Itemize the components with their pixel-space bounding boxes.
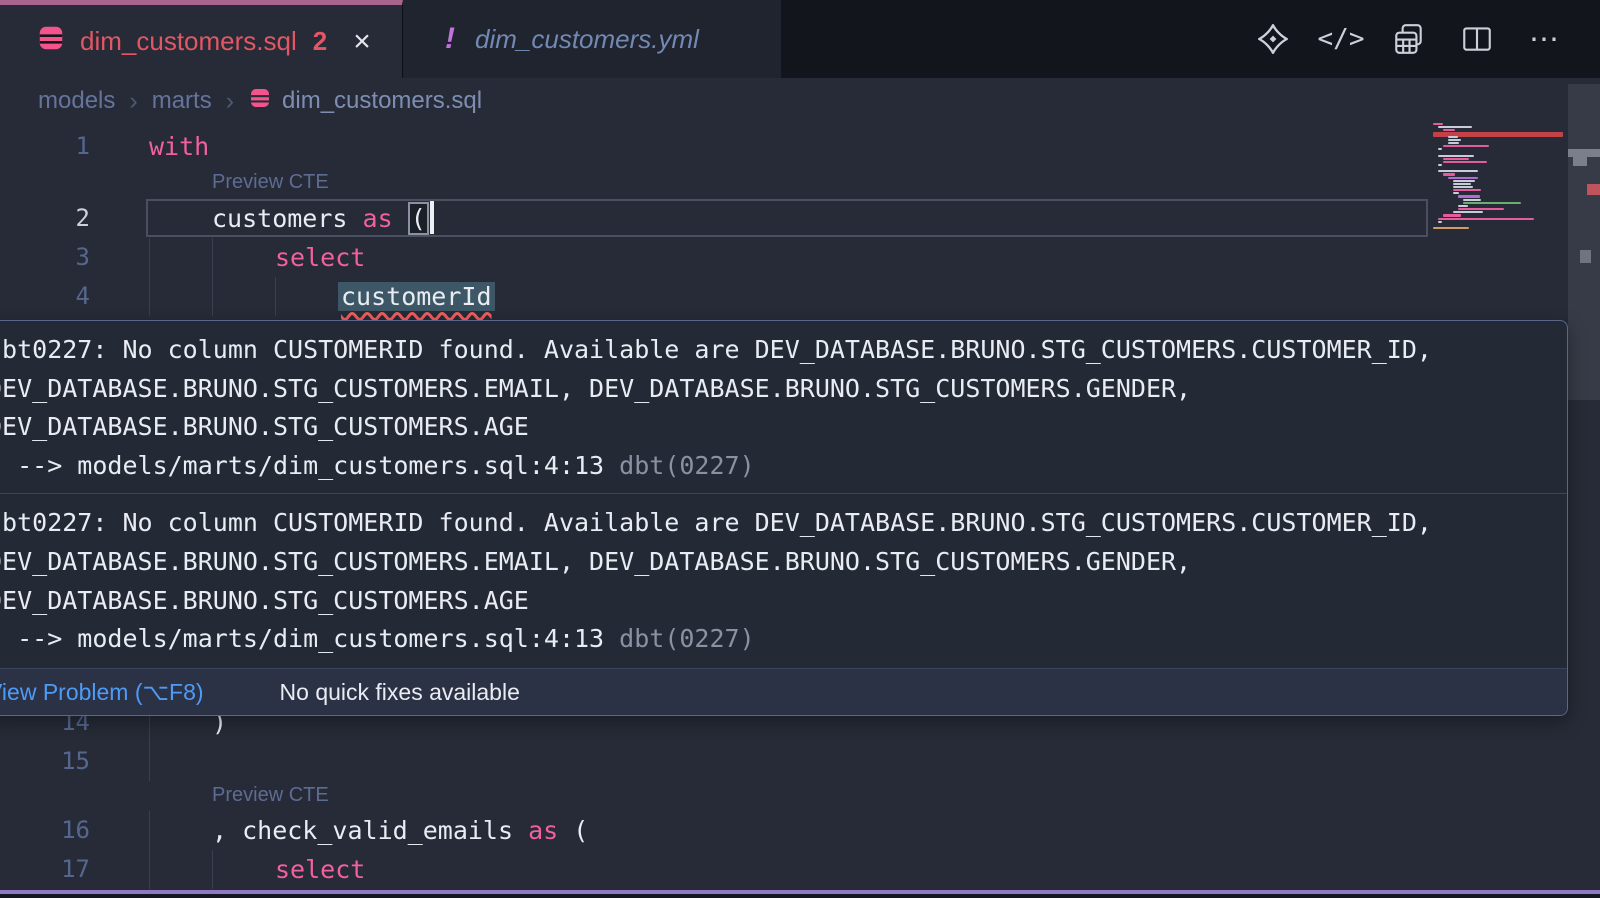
scrollbar[interactable] [1566, 78, 1600, 898]
split-editor-icon[interactable] [1460, 22, 1494, 56]
editor-actions: </> ⋯ [1256, 0, 1562, 78]
diagnostics-messages: dbt0227: No column CUSTOMERID found. Ava… [0, 321, 1567, 667]
indent-guide [149, 277, 150, 316]
minimap-line [1448, 139, 1461, 141]
database-icon [36, 23, 66, 60]
minimap-line [1458, 208, 1504, 210]
error-mark-icon: ! [445, 22, 455, 56]
line-number: 4 [0, 277, 90, 316]
diagnostic-message: dbt0227: No column CUSTOMERID found. Ava… [0, 494, 1567, 666]
minimap-line [1438, 170, 1478, 172]
minimap[interactable] [1433, 123, 1565, 243]
tab-label: dim_customers.sql [80, 26, 297, 57]
dbt-logo-icon[interactable] [1256, 22, 1290, 56]
minimap-line [1448, 142, 1459, 144]
no-quick-fixes-label: No quick fixes available [280, 679, 520, 706]
indent-guide [149, 742, 150, 781]
hover-status-bar: View Problem (⌥F8) No quick fixes availa… [0, 668, 1567, 715]
view-problem-link[interactable]: View Problem (⌥F8) [0, 679, 204, 706]
ruler-mark-gray [1568, 149, 1600, 157]
editor-window: dim_customers.sql 2 × ! dim_customers.ym… [0, 0, 1600, 898]
breadcrumb-marts[interactable]: marts [152, 87, 212, 115]
tab-badge: 2 [313, 26, 327, 57]
minimap-line [1463, 202, 1521, 204]
codelens-preview-cte[interactable]: Preview CTE [212, 168, 329, 196]
indent-guide [149, 850, 150, 889]
chevron-right-icon: › [129, 87, 137, 116]
line-number: 1 [0, 127, 90, 166]
tab-bar: dim_customers.sql 2 × ! dim_customers.ym… [0, 0, 1600, 78]
below-sash-strip [0, 894, 1600, 898]
indent-guide [212, 277, 213, 316]
line-number: 2 [0, 199, 90, 238]
breadcrumb-file[interactable]: dim_customers.sql [248, 86, 482, 117]
minimap-line [1443, 214, 1461, 216]
ruler-mark-gray [1580, 250, 1591, 263]
ruler-mark-gray [1573, 157, 1587, 166]
chevron-right-icon: › [226, 87, 234, 116]
code-line-17: 17select [0, 850, 1566, 889]
ruler-mark-error [1587, 184, 1600, 195]
minimap-line [1448, 136, 1458, 138]
minimap-line [1438, 126, 1472, 128]
minimap-line [1453, 192, 1459, 194]
minimap-line [1443, 161, 1487, 163]
indent-guide [212, 850, 213, 889]
diagnostics-hover-panel: dbt0227: No column CUSTOMERID found. Ava… [0, 320, 1568, 716]
diagnostic-message: dbt0227: No column CUSTOMERID found. Ava… [0, 321, 1567, 493]
minimap-line [1438, 164, 1442, 166]
indent-guide [212, 238, 213, 277]
minimap-line [1448, 177, 1478, 179]
minimap-line [1438, 155, 1474, 157]
minimap-line [1463, 199, 1481, 201]
code-line-16: 16, check_valid_emails as ( [0, 811, 1566, 850]
minimap-line [1443, 129, 1455, 131]
minimap-line [1433, 227, 1469, 229]
tab-label: dim_customers.yml [475, 24, 699, 55]
line-number: 15 [0, 742, 90, 781]
minimap-line [1443, 158, 1469, 160]
close-icon[interactable]: × [353, 27, 371, 57]
code-line-2: 2customers as ( [0, 199, 1566, 238]
minimap-line [1438, 148, 1442, 150]
code-line-15: 15 [0, 742, 1566, 781]
indent-guide [149, 811, 150, 850]
minimap-line [1453, 211, 1483, 213]
tab-dim-customers-yml[interactable]: ! dim_customers.yml [403, 0, 781, 78]
minimap-line [1433, 123, 1443, 125]
minimap-line [1458, 205, 1468, 207]
diagnostic-source: dbt(0227) [604, 624, 755, 653]
minimap-line [1453, 183, 1471, 185]
minimap-line [1453, 186, 1473, 188]
code-line-1: 1with [0, 127, 1566, 166]
breadcrumb-filename: dim_customers.sql [282, 87, 482, 115]
indent-guide [149, 238, 150, 277]
query-results-icon[interactable] [1392, 22, 1426, 56]
breadcrumb-models[interactable]: models [38, 87, 115, 115]
indent-guide [275, 277, 276, 316]
codelens-preview-cte[interactable]: Preview CTE [212, 781, 329, 809]
compile-code-icon[interactable]: </> [1324, 22, 1358, 56]
minimap-line [1438, 218, 1534, 220]
breadcrumb: models › marts › dim_customers.sql [0, 78, 1600, 124]
line-number: 3 [0, 238, 90, 277]
diagnostic-source: dbt(0227) [604, 451, 755, 480]
minimap-line [1443, 145, 1489, 147]
code-line-3: 3select [0, 238, 1566, 277]
code-line-4: 4 customerId [0, 277, 1566, 316]
database-icon [248, 86, 272, 117]
minimap-line [1453, 180, 1475, 182]
tab-dim-customers-sql[interactable]: dim_customers.sql 2 × [0, 0, 403, 78]
line-number: 17 [0, 850, 90, 889]
text-cursor [430, 201, 434, 234]
minimap-line [1438, 221, 1442, 223]
minimap-line [1443, 173, 1455, 175]
minimap-line [1458, 195, 1480, 197]
error-token: customerId [338, 282, 495, 311]
minimap-line [1453, 189, 1481, 191]
more-actions-icon[interactable]: ⋯ [1528, 22, 1562, 56]
line-number: 16 [0, 811, 90, 850]
scrollbar-slider[interactable] [1568, 84, 1600, 400]
